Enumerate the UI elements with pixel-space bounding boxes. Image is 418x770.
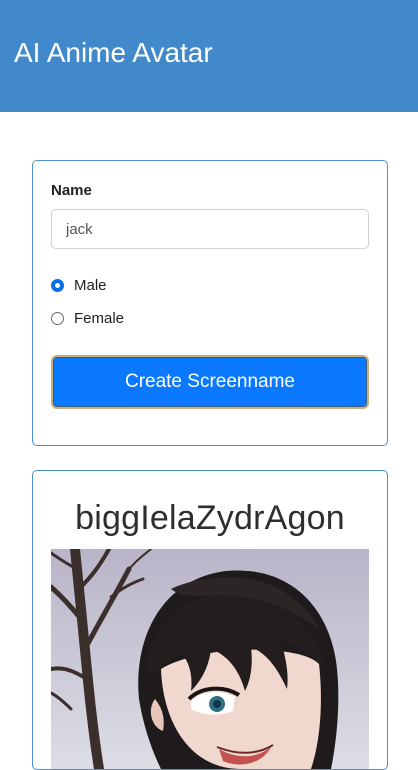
create-screenname-button[interactable]: Create Screenname [51,355,369,409]
female-label: Female [74,310,125,327]
male-radio-button[interactable] [51,279,64,292]
female-radio-button[interactable] [51,312,64,325]
page-title: AI Anime Avatar [14,37,213,68]
generated-screenname: biggIelaZydrAgon [75,499,345,537]
gender-option-male[interactable]: Male [51,277,107,294]
name-label: Name [51,182,92,199]
app-header: AI Anime Avatar [0,0,418,112]
result-card: biggIelaZydrAgon [32,470,388,770]
screenname-form-card: Name Male Female Create Screenname [32,160,388,446]
male-label: Male [74,277,107,294]
name-input[interactable] [51,209,369,249]
gender-option-female[interactable]: Female [51,310,124,327]
eye [187,686,241,715]
anime-avatar-image [51,549,369,769]
avatar-illustration [51,549,369,769]
